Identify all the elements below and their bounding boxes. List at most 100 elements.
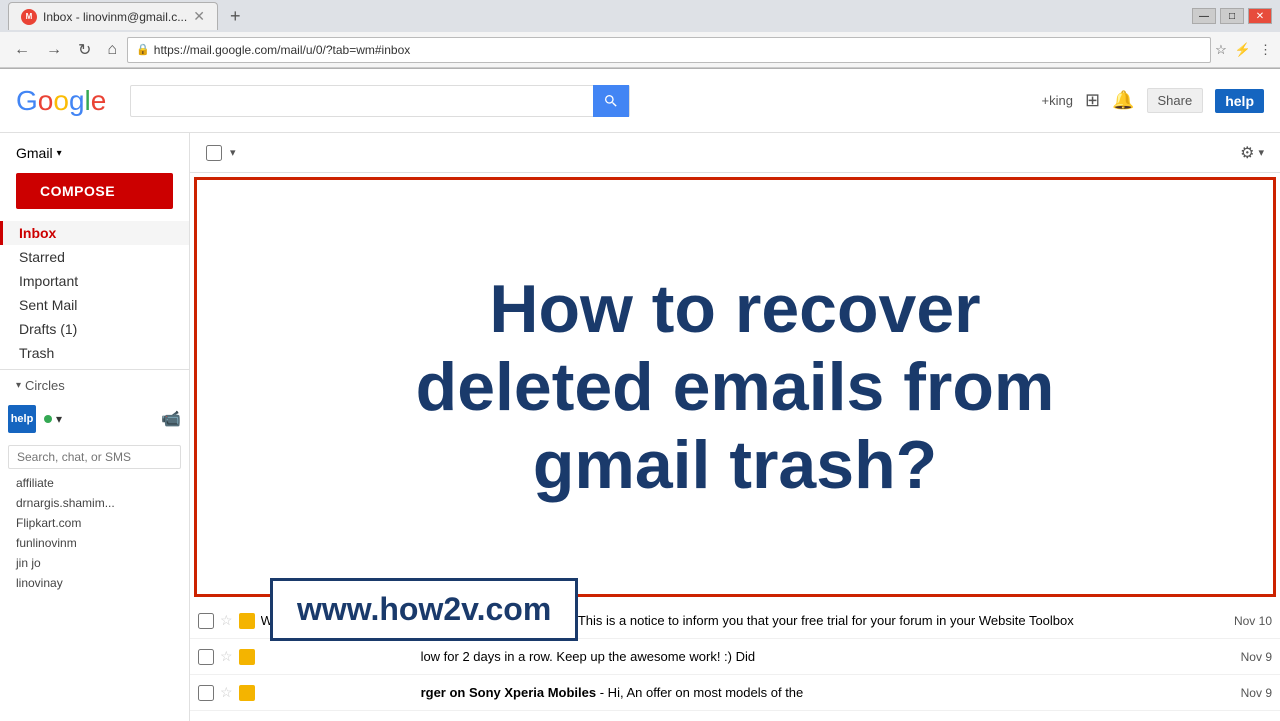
sidebar: Gmail ▾ COMPOSE Inbox Starred Important … xyxy=(0,133,190,721)
compose-button[interactable]: COMPOSE xyxy=(16,173,173,209)
chat-status[interactable]: ▾ xyxy=(44,412,62,426)
logo-e: e xyxy=(91,85,107,116)
watermark-banner: www.how2v.com xyxy=(270,578,578,641)
logo-g: G xyxy=(16,85,38,116)
tab-close-btn[interactable]: ✕ xyxy=(193,8,205,25)
home-button[interactable]: ⌂ xyxy=(101,39,123,61)
email-checkbox[interactable] xyxy=(198,613,214,629)
share-button[interactable]: Share xyxy=(1147,88,1204,113)
app-container: Google +king ⊞ 🔔 Share help Gmail ▾ COMP… xyxy=(0,69,1280,721)
sidebar-item-starred[interactable]: Starred xyxy=(0,245,189,269)
trash-label: Trash xyxy=(19,345,54,361)
browser-tab[interactable]: M Inbox - linovinm@gmail.c... ✕ xyxy=(8,2,218,30)
email-date: Nov 10 xyxy=(1217,614,1272,628)
minimize-btn[interactable]: — xyxy=(1192,8,1216,24)
main-content: ▾ ⚙ ▾ How to recover deleted emails from… xyxy=(190,133,1280,721)
google-header: Google +king ⊞ 🔔 Share help xyxy=(0,69,1280,133)
logo-g2: g xyxy=(69,85,85,116)
important-label: Important xyxy=(19,273,78,289)
grid-icon[interactable]: ⊞ xyxy=(1085,90,1100,111)
maximize-btn[interactable]: □ xyxy=(1220,8,1244,24)
email-subject: rger on Sony Xperia Mobiles - Hi, An off… xyxy=(421,685,1209,700)
chat-bar: help ▾ 📹 xyxy=(0,401,189,437)
window-controls: — □ ✕ xyxy=(1192,8,1272,24)
subject-bold: rger on Sony Xperia Mobiles xyxy=(421,685,597,700)
contact-drnargis[interactable]: drnargis.shamim... xyxy=(0,493,189,513)
settings-gear-icon[interactable]: ⚙ xyxy=(1240,143,1254,163)
close-btn[interactable]: ✕ xyxy=(1248,8,1272,24)
title-bar: M Inbox - linovinm@gmail.c... ✕ + — □ ✕ xyxy=(0,0,1280,32)
status-dot-icon xyxy=(44,415,52,423)
google-logo: Google xyxy=(16,85,106,117)
lock-icon: 🔒 xyxy=(136,43,150,56)
contact-affiliate[interactable]: affiliate xyxy=(0,473,189,493)
forward-button[interactable]: → xyxy=(40,39,68,61)
contact-funlinovinm[interactable]: funlinovinm xyxy=(0,533,189,553)
drafts-label: Drafts (1) xyxy=(19,321,77,337)
star-icon[interactable]: ☆ xyxy=(220,648,233,665)
search-icon xyxy=(603,93,619,109)
inbox-label: Inbox xyxy=(19,225,56,241)
sidebar-item-circles[interactable]: ▾ Circles xyxy=(0,374,189,397)
email-preview: low for 2 days in a row. Keep up the awe… xyxy=(421,649,756,664)
header-right: +king ⊞ 🔔 Share help xyxy=(1042,88,1264,113)
reload-button[interactable]: ↻ xyxy=(72,38,97,62)
bookmark-icon[interactable]: ☆ xyxy=(1215,42,1227,58)
contact-linovinay[interactable]: linovinay xyxy=(0,573,189,593)
bell-icon[interactable]: 🔔 xyxy=(1112,90,1134,111)
tutorial-line1: How to recover xyxy=(416,270,1055,348)
body-layout: Gmail ▾ COMPOSE Inbox Starred Important … xyxy=(0,133,1280,721)
circles-arrow-icon: ▾ xyxy=(16,380,21,391)
address-input[interactable] xyxy=(154,43,1202,57)
help-badge: help xyxy=(1215,89,1264,113)
video-icon[interactable]: 📹 xyxy=(161,409,181,429)
tutorial-image: How to recover deleted emails from gmail… xyxy=(194,177,1276,597)
new-tab-button[interactable]: + xyxy=(222,2,249,31)
gear-dropdown-icon[interactable]: ▾ xyxy=(1258,146,1264,159)
email-checkbox[interactable] xyxy=(198,649,214,665)
email-subject: low for 2 days in a row. Keep up the awe… xyxy=(421,649,1209,664)
sidebar-item-important[interactable]: Important xyxy=(0,269,189,293)
plus-king-label[interactable]: +king xyxy=(1042,93,1073,108)
select-all-checkbox[interactable] xyxy=(206,145,222,161)
sidebar-item-inbox[interactable]: Inbox xyxy=(0,221,189,245)
chat-avatar: help xyxy=(8,405,36,433)
folder-icon xyxy=(239,649,255,665)
google-search-button[interactable] xyxy=(593,85,629,117)
email-row[interactable]: ☆ low for 2 days in a row. Keep up the a… xyxy=(190,639,1280,675)
email-date: Nov 9 xyxy=(1217,650,1272,664)
logo-o1: o xyxy=(38,85,54,116)
toolbar-dropdown[interactable]: ▾ xyxy=(230,146,236,159)
logo-o2: o xyxy=(53,85,69,116)
google-search-input[interactable] xyxy=(131,89,593,113)
sidebar-item-sent[interactable]: Sent Mail xyxy=(0,293,189,317)
folder-icon xyxy=(239,613,255,629)
extensions-icon[interactable]: ⚡ xyxy=(1235,42,1251,58)
star-icon[interactable]: ☆ xyxy=(220,684,233,701)
address-bar[interactable]: 🔒 xyxy=(127,37,1211,63)
gmail-label[interactable]: Gmail ▾ xyxy=(0,141,189,165)
contact-jin-jo[interactable]: jin jo xyxy=(0,553,189,573)
email-row[interactable]: ☆ rger on Sony Xperia Mobiles - Hi, An o… xyxy=(190,675,1280,711)
tutorial-line3: gmail trash? xyxy=(416,426,1055,504)
back-button[interactable]: ← xyxy=(8,39,36,61)
tab-title: Inbox - linovinm@gmail.c... xyxy=(43,10,187,24)
sidebar-item-drafts[interactable]: Drafts (1) xyxy=(0,317,189,341)
email-checkbox[interactable] xyxy=(198,685,214,701)
starred-label: Starred xyxy=(19,249,65,265)
circles-label-text: Circles xyxy=(25,378,65,393)
email-date: Nov 9 xyxy=(1217,686,1272,700)
email-preview: - Hello, This is a notice to inform you … xyxy=(533,613,1073,628)
star-icon[interactable]: ☆ xyxy=(220,612,233,629)
chat-search-input[interactable] xyxy=(8,445,181,469)
contact-flipkart[interactable]: Flipkart.com xyxy=(0,513,189,533)
tutorial-text: How to recover deleted emails from gmail… xyxy=(396,250,1075,525)
folder-icon xyxy=(239,685,255,701)
watermark-url: www.how2v.com xyxy=(297,591,551,627)
chat-user-initial: help xyxy=(11,413,34,425)
settings-icon[interactable]: ⋮ xyxy=(1259,42,1272,58)
email-preview: - Hi, An offer on most models of the xyxy=(600,685,804,700)
sent-label: Sent Mail xyxy=(19,297,77,313)
sidebar-item-trash[interactable]: Trash xyxy=(0,341,189,365)
nav-right-icons: ☆ ⚡ ⋮ xyxy=(1215,42,1272,58)
